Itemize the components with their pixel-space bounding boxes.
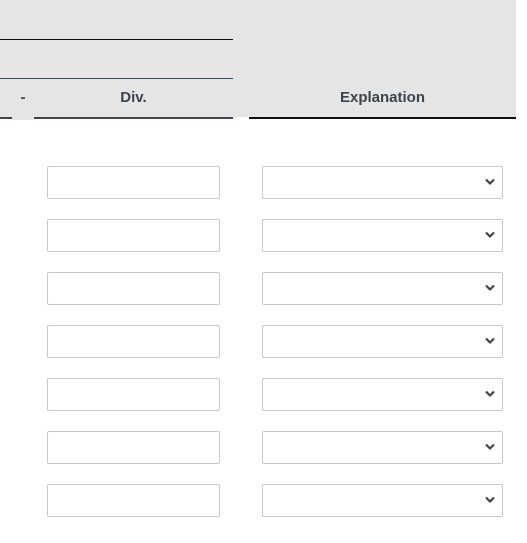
chevron-down-icon <box>485 496 495 504</box>
dash-column-extension <box>12 117 34 120</box>
table-row <box>0 272 527 305</box>
explanation-select[interactable] <box>262 272 503 305</box>
explanation-select[interactable] <box>262 378 503 411</box>
table-row <box>0 325 527 358</box>
column-gap <box>233 0 249 117</box>
explanation-select[interactable] <box>262 484 503 517</box>
chevron-down-icon <box>485 178 495 186</box>
table-row <box>0 219 527 252</box>
div-input[interactable] <box>47 272 220 305</box>
div-input[interactable] <box>47 431 220 464</box>
div-input[interactable] <box>47 484 220 517</box>
chevron-down-icon <box>485 231 495 239</box>
table-row <box>0 166 527 199</box>
header-divider-top <box>0 39 233 40</box>
explanation-select[interactable] <box>262 325 503 358</box>
chevron-down-icon <box>485 337 495 345</box>
chevron-down-icon <box>485 390 495 398</box>
explanation-select[interactable] <box>262 431 503 464</box>
div-input[interactable] <box>47 325 220 358</box>
dash-column-header: - <box>20 89 26 106</box>
explanation-column-underline <box>249 117 516 119</box>
header-divider-middle <box>0 78 233 79</box>
div-input[interactable] <box>47 166 220 199</box>
div-input[interactable] <box>47 219 220 252</box>
chevron-down-icon <box>485 284 495 292</box>
div-column-underline <box>34 117 233 119</box>
table-row <box>0 378 527 411</box>
table-row <box>0 431 527 464</box>
div-column-header: Div. <box>120 89 147 106</box>
div-input[interactable] <box>47 378 220 411</box>
explanation-select[interactable] <box>262 166 503 199</box>
table-row <box>0 484 527 517</box>
dash-column-underline <box>0 117 12 119</box>
chevron-down-icon <box>485 443 495 451</box>
explanation-select[interactable] <box>262 219 503 252</box>
explanation-column-header: Explanation <box>339 89 425 106</box>
